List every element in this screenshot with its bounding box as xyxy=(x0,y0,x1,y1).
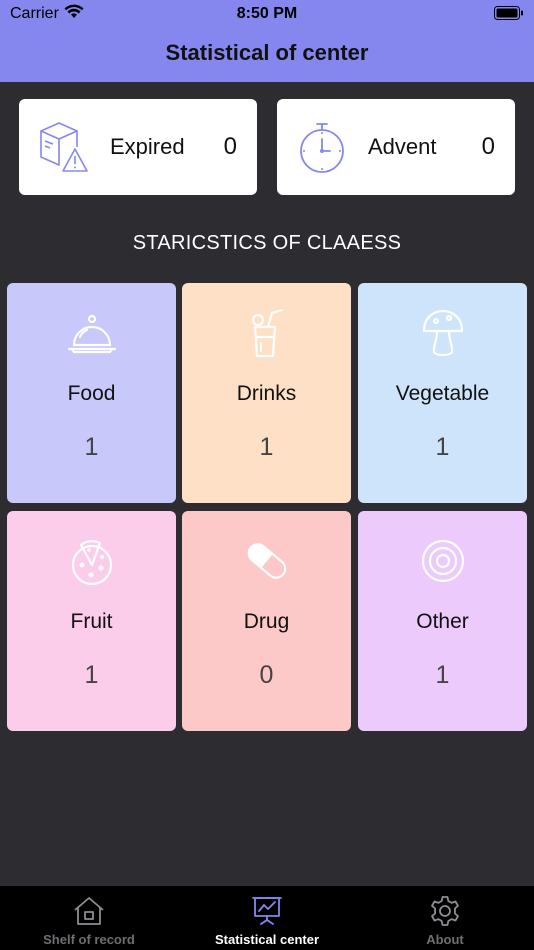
category-name: Fruit xyxy=(70,610,113,633)
category-tile-vegetable[interactable]: Vegetable 1 xyxy=(358,283,527,503)
status-bar: Carrier 8:50 PM xyxy=(0,0,534,28)
tab-label: Shelf of record xyxy=(43,932,135,947)
pill-capsule-icon xyxy=(247,543,286,579)
advent-label: Advent xyxy=(368,134,437,159)
category-count: 1 xyxy=(435,433,450,461)
tab-label: About xyxy=(426,932,464,947)
pizza-fruit-icon xyxy=(71,540,112,586)
gear-icon xyxy=(431,896,459,926)
category-count: 0 xyxy=(259,661,274,689)
advent-count: 0 xyxy=(481,133,495,160)
mushroom-icon xyxy=(422,309,463,357)
category-tile-drinks[interactable]: Drinks 1 xyxy=(182,283,351,503)
chart-board-icon xyxy=(252,897,282,925)
category-count: 1 xyxy=(259,433,274,461)
tab-label: Statistical center xyxy=(214,932,320,947)
stopwatch-icon xyxy=(300,123,344,173)
battery-icon xyxy=(494,6,523,20)
clock: 8:50 PM xyxy=(236,5,298,22)
tab-bar: Shelf of record Statistical center About xyxy=(0,886,534,950)
food-cloche-icon xyxy=(67,314,116,354)
section-title: STARICSTICS OF CLAAESS xyxy=(132,232,402,254)
category-count: 1 xyxy=(435,661,450,689)
header-bar: Carrier 8:50 PM Statistical of center xyxy=(0,0,534,82)
expired-box-warning-icon xyxy=(40,122,88,172)
target-circle-icon xyxy=(421,539,464,583)
advent-card[interactable]: Advent 0 xyxy=(277,99,515,195)
category-name: Vegetable xyxy=(395,382,490,405)
category-count: 1 xyxy=(84,433,99,461)
category-name: Other xyxy=(416,610,469,633)
tab-about[interactable]: About xyxy=(356,886,534,950)
tab-shelf-of-record[interactable]: Shelf of record xyxy=(0,886,178,950)
category-tile-drug[interactable]: Drug 0 xyxy=(182,511,351,731)
house-icon xyxy=(74,897,104,925)
category-tile-other[interactable]: Other 1 xyxy=(358,511,527,731)
category-count: 1 xyxy=(84,661,99,689)
category-name: Food xyxy=(67,382,116,405)
page-title: Statistical of center xyxy=(165,40,369,65)
expired-card[interactable]: Expired 0 xyxy=(19,99,257,195)
category-name: Drinks xyxy=(236,382,297,405)
category-tile-fruit[interactable]: Fruit 1 xyxy=(7,511,176,731)
tab-statistical-center[interactable]: Statistical center xyxy=(178,886,356,950)
expired-count: 0 xyxy=(223,133,237,160)
drink-glass-icon xyxy=(251,308,283,358)
category-name: Drug xyxy=(243,610,290,633)
expired-label: Expired xyxy=(110,134,185,159)
category-tile-food[interactable]: Food 1 xyxy=(7,283,176,503)
